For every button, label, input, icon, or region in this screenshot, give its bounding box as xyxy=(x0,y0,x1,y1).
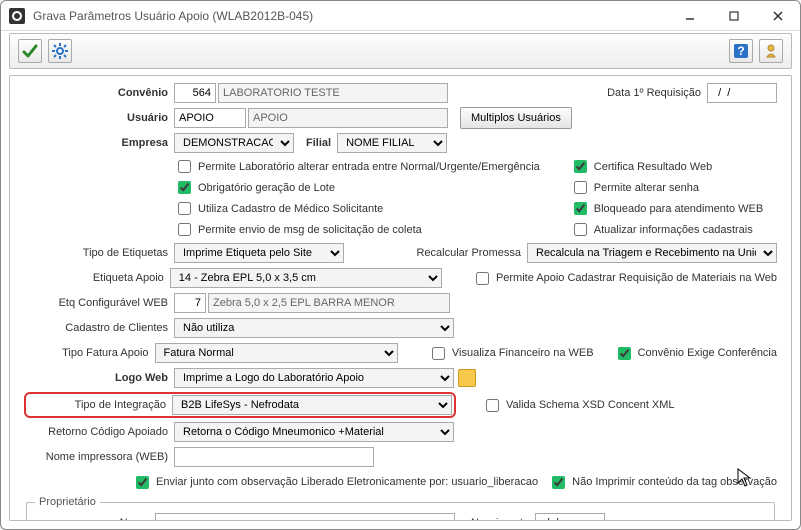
logo-web-label: Logo Web xyxy=(24,372,174,384)
usuario-label: Usuário xyxy=(24,112,174,124)
filial-label: Filial xyxy=(306,137,331,149)
maximize-button[interactable] xyxy=(720,6,748,26)
logo-web-select[interactable]: Imprime a Logo do Laboratório Apoio xyxy=(174,368,454,388)
tipo-etiquetas-select[interactable]: Imprime Etiqueta pelo Site xyxy=(174,243,344,263)
chk-nao-imprimir-tag[interactable] xyxy=(552,476,565,489)
settings-button[interactable] xyxy=(48,39,72,63)
proprietario-legend: Proprietário xyxy=(35,496,100,508)
exit-button[interactable] xyxy=(759,39,783,63)
chk-bloqueado-web[interactable] xyxy=(574,202,587,215)
tipo-integracao-label: Tipo de Integração xyxy=(28,399,172,411)
tipo-fatura-label: Tipo Fatura Apoio xyxy=(24,347,155,359)
chk-permite-alterar-senha[interactable] xyxy=(574,181,587,194)
etiqueta-apoio-select[interactable]: 14 - Zebra EPL 5,0 x 3,5 cm xyxy=(170,268,442,288)
data-requisicao-input[interactable] xyxy=(707,83,777,103)
usuario-code-input[interactable] xyxy=(174,108,246,128)
prop-nasc-label: Nascimento xyxy=(471,517,529,521)
etq-web-label: Etq Configurável WEB xyxy=(24,297,174,309)
chk-atualizar-cad[interactable] xyxy=(574,223,587,236)
empresa-label: Empresa xyxy=(24,137,174,149)
window-title: Grava Parâmetros Usuário Apoio (WLAB2012… xyxy=(33,9,676,23)
form-panel: Convênio Data 1º Requisição Usuário Mult… xyxy=(9,75,792,521)
proprietario-group: Proprietário Nome Nascimento Celular Ema… xyxy=(26,496,775,521)
chk-utiliza-cad-medico[interactable] xyxy=(178,202,191,215)
convenio-name-display xyxy=(218,83,448,103)
retorno-label: Retorno Código Apoiado xyxy=(24,426,174,438)
convenio-label: Convênio xyxy=(24,87,174,99)
tipo-etiquetas-label: Tipo de Etiquetas xyxy=(24,247,174,259)
chk-envio-msg-coleta[interactable] xyxy=(178,223,191,236)
prop-nome-label: Nome xyxy=(35,517,155,521)
data-requisicao-label: Data 1º Requisição xyxy=(607,87,701,99)
etq-web-num-input[interactable] xyxy=(174,293,206,313)
recalcular-label: Recalcular Promessa xyxy=(416,247,521,259)
cad-clientes-label: Cadastro de Clientes xyxy=(24,322,174,334)
chk-convenio-exige-conf[interactable] xyxy=(618,347,631,360)
chk-obrigatorio-lote[interactable] xyxy=(178,181,191,194)
folder-icon[interactable] xyxy=(458,369,476,387)
prop-nasc-input[interactable] xyxy=(535,513,605,521)
impressora-input[interactable] xyxy=(174,447,374,467)
chk-valida-xsd[interactable] xyxy=(486,399,499,412)
chk-enviar-obs[interactable] xyxy=(136,476,149,489)
app-icon xyxy=(9,8,25,24)
confirm-button[interactable] xyxy=(18,39,42,63)
impressora-label: Nome impressora (WEB) xyxy=(24,451,174,463)
help-button[interactable]: ? xyxy=(729,39,753,63)
titlebar: Grava Parâmetros Usuário Apoio (WLAB2012… xyxy=(1,1,800,31)
empresa-select[interactable]: DEMONSTRACAO xyxy=(174,133,294,153)
chk-visualiza-financeiro[interactable] xyxy=(432,347,445,360)
tipo-fatura-select[interactable]: Fatura Normal xyxy=(155,343,398,363)
filial-select[interactable]: NOME FILIAL xyxy=(337,133,447,153)
minimize-button[interactable] xyxy=(676,6,704,26)
multiplos-usuarios-button[interactable]: Multiplos Usuários xyxy=(460,107,572,129)
svg-text:?: ? xyxy=(737,44,744,58)
convenio-code-input[interactable] xyxy=(174,83,216,103)
etq-web-desc-display xyxy=(208,293,450,313)
etiqueta-apoio-label: Etiqueta Apoio xyxy=(24,272,170,284)
retorno-select[interactable]: Retorna o Código Mneumonico +Material xyxy=(174,422,454,442)
tipo-integracao-select[interactable]: B2B LifeSys - Nefrodata xyxy=(172,395,452,415)
prop-nome-input[interactable] xyxy=(155,513,455,521)
close-button[interactable] xyxy=(764,6,792,26)
chk-permite-cad-req[interactable] xyxy=(476,272,489,285)
recalcular-select[interactable]: Recalcula na Triagem e Recebimento na Un… xyxy=(527,243,777,263)
chk-certifica-resultado[interactable] xyxy=(574,160,587,173)
toolbar: ? xyxy=(9,33,792,69)
chk-permite-alterar-entrada[interactable] xyxy=(178,160,191,173)
usuario-name-display xyxy=(248,108,448,128)
cad-clientes-select[interactable]: Não utiliza xyxy=(174,318,454,338)
